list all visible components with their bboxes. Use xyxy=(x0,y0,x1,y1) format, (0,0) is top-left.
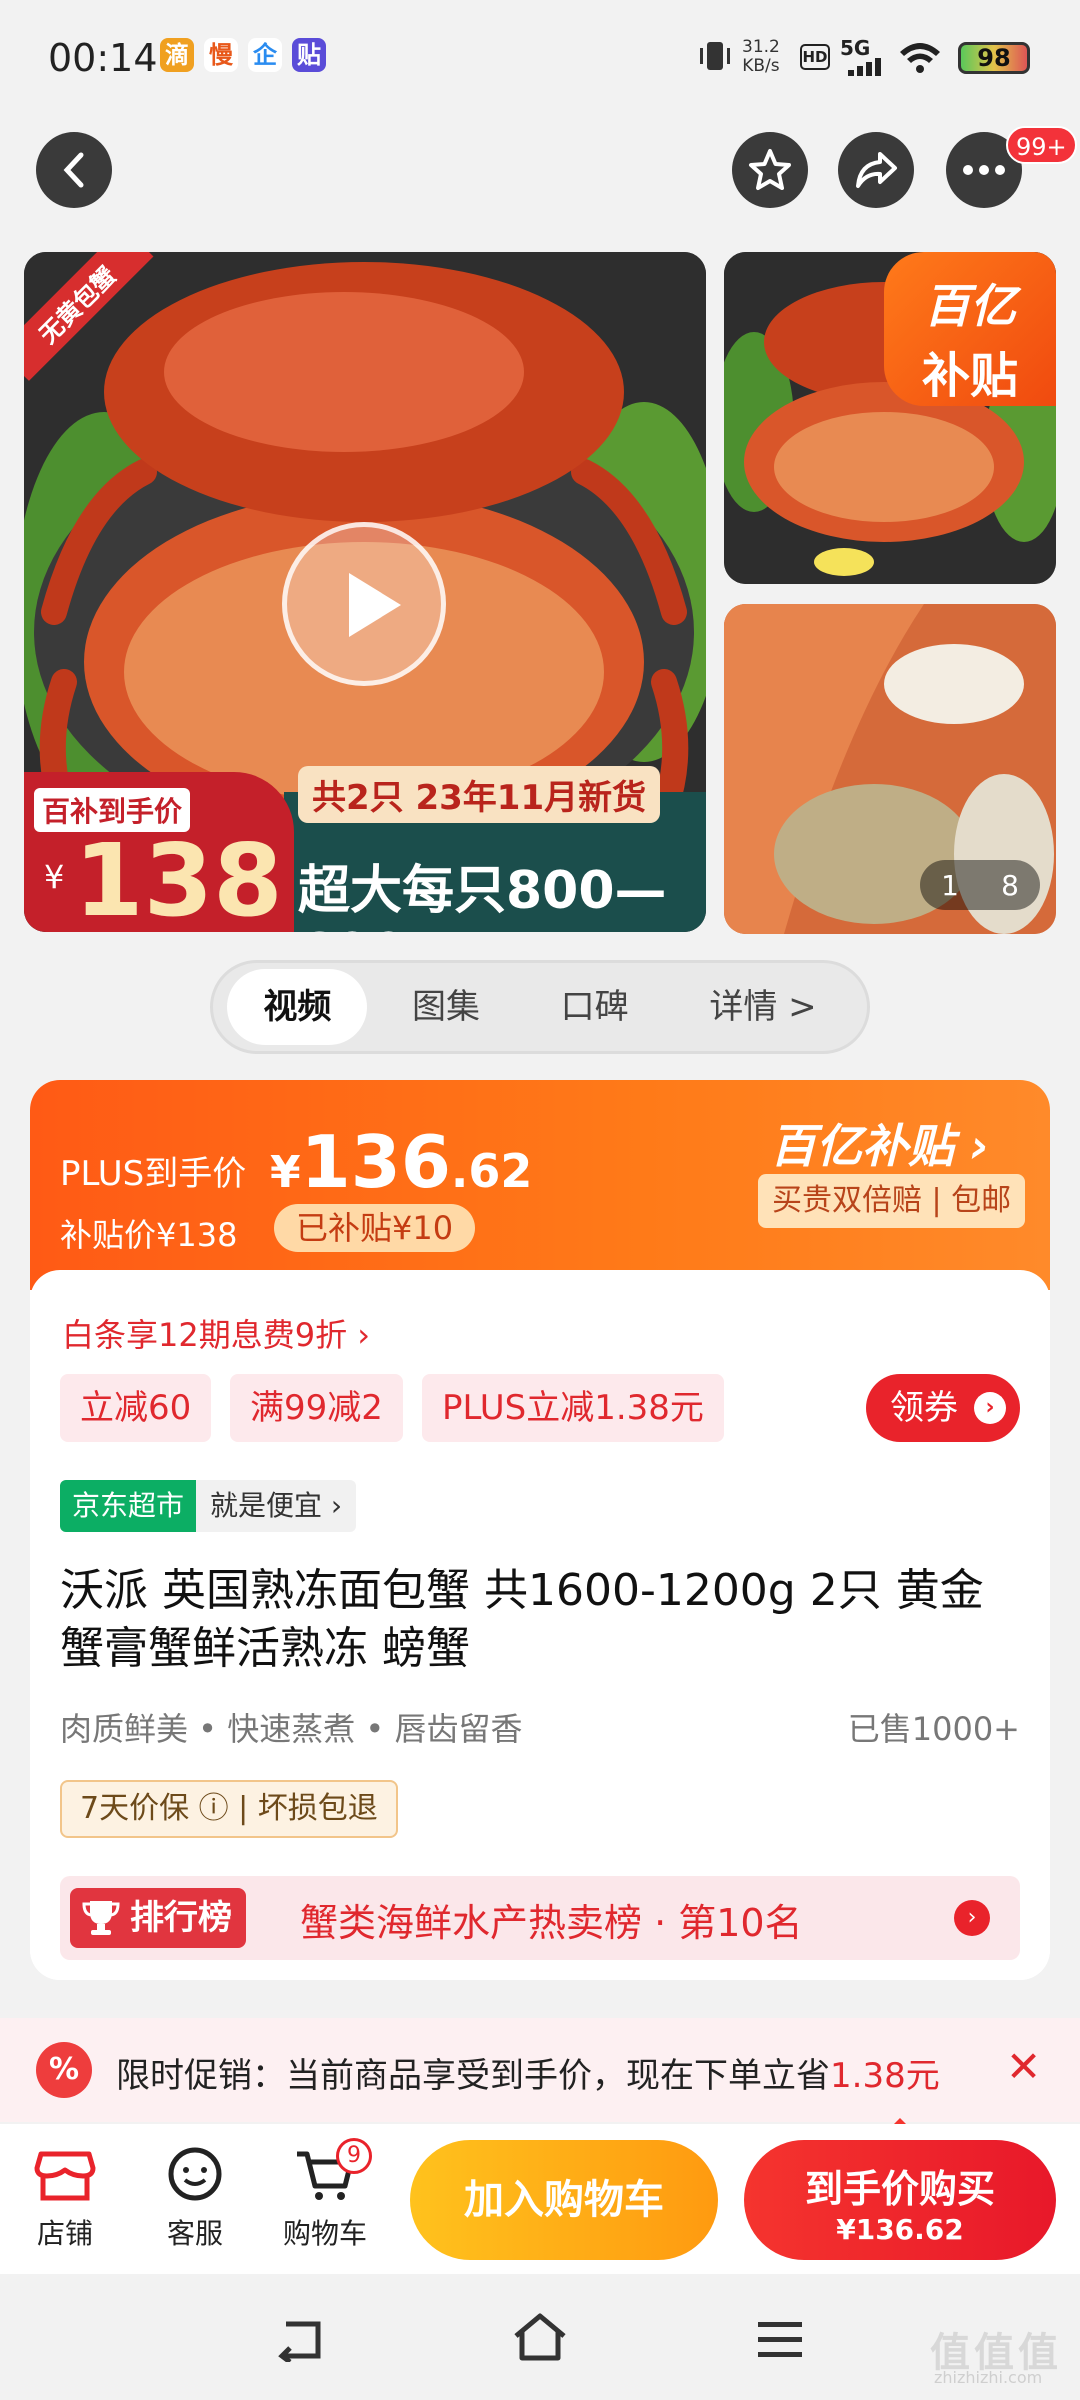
battery-icon: 98 xyxy=(958,42,1030,74)
store-slogan: 就是便宜 › xyxy=(196,1480,357,1532)
gallery-thumb-2[interactable]: 18 xyxy=(724,604,1056,934)
price-card: PLUS到手价 ¥136.62 补贴价¥138 已补贴¥10 百亿补贴 › 买贵… xyxy=(30,1080,1050,1980)
5g-icon: 5G xyxy=(840,36,871,60)
home-nav-icon[interactable] xyxy=(512,2312,568,2362)
product-info: 白条享12期息费9折 › 立减60 满99减2 PLUS立减1.38元 领券 › … xyxy=(30,1270,1050,1980)
status-bar: 00:14 滴 慢 企 贴 31.2 KB/s HD 5G 98 xyxy=(0,0,1080,110)
notification-app-icon: 慢 xyxy=(204,38,238,72)
back-nav-icon[interactable] xyxy=(272,2318,324,2362)
hd-icon: HD xyxy=(800,44,830,70)
get-coupon-button[interactable]: 领券 › xyxy=(866,1374,1020,1442)
close-promo-button[interactable]: ✕ xyxy=(1006,2042,1041,2091)
signal-icon xyxy=(848,58,888,76)
product-gallery[interactable]: 无黄包蟹 共2只 23年11月新货 超大每只800—600g 百补到手价 ¥ 1… xyxy=(0,238,1080,938)
favorite-button[interactable] xyxy=(732,132,808,208)
notification-app-icon: 滴 xyxy=(160,38,194,72)
trophy-icon xyxy=(82,1901,120,1935)
coupon-tag: PLUS立减1.38元 xyxy=(422,1374,724,1442)
product-banner: 共2只 23年11月新货 超大每只800—600g xyxy=(284,766,706,932)
chevron-right-icon: › xyxy=(974,1392,1006,1424)
message-badge: 99+ xyxy=(1006,126,1077,164)
subsidy-price: 补贴价¥138 xyxy=(60,1216,238,1254)
gallery-thumb-1[interactable]: 百亿 补贴 xyxy=(724,252,1056,584)
batch-tag: 共2只 23年11月新货 xyxy=(298,766,661,823)
coupon-tag: 满99减2 xyxy=(230,1374,403,1442)
chevron-left-icon xyxy=(63,152,84,188)
subsidy-badge: 百亿 补贴 xyxy=(884,252,1056,406)
coupon-tag: 立减60 xyxy=(60,1374,212,1442)
network-speed: 31.2 KB/s xyxy=(742,37,780,76)
chevron-right-icon: › xyxy=(954,1900,990,1936)
buy-now-button[interactable]: 到手价购买 ¥136.62 xyxy=(744,2140,1056,2260)
vibrate-icon xyxy=(700,42,730,70)
tab-video[interactable]: 视频 xyxy=(227,969,368,1045)
media-tabs[interactable]: 视频 图集 口碑 详情 > xyxy=(210,960,870,1054)
customer-service-button[interactable]: 客服 xyxy=(140,2144,250,2252)
share-button[interactable] xyxy=(838,132,914,208)
add-to-cart-button[interactable]: 加入购物车 xyxy=(410,2140,718,2260)
banner-price-box: 百补到手价 ¥ 138 xyxy=(24,772,294,932)
bottom-action-bar: 店铺 客服 购物车 9 加入购物车 到手价购买 ¥136.62 xyxy=(0,2124,1080,2274)
banner-price: 138 xyxy=(74,822,283,932)
billion-subsidy-link[interactable]: 百亿补贴 › xyxy=(770,1110,989,1176)
jd-supermarket-link[interactable]: 京东超市 就是便宜 › xyxy=(60,1480,357,1532)
promo-text: 限时促销：当前商品享受到手价，现在下单立省1.38元 xyxy=(116,2056,940,2096)
menu-nav-icon[interactable] xyxy=(756,2320,804,2360)
status-time: 00:14 xyxy=(48,36,158,80)
watermark-url: zhizhizhi.com xyxy=(934,2368,1043,2387)
product-title: 沃派 英国熟冻面包蟹 共1600-1200g 2只 黄金蟹膏蟹鲜活熟冻 螃蟹 xyxy=(60,1565,984,1674)
plus-price-label: PLUS到手价 xyxy=(60,1154,247,1194)
baitiao-installment-link[interactable]: 白条享12期息费9折 › xyxy=(62,1310,370,1356)
subsidy-amount-badge: 已补贴¥10 xyxy=(274,1204,476,1252)
notification-app-icon: 企 xyxy=(248,38,282,72)
ranking-badge: 排行榜 xyxy=(70,1888,246,1948)
product-video-thumbnail[interactable]: 无黄包蟹 共2只 23年11月新货 超大每只800—600g 百补到手价 ¥ 1… xyxy=(24,252,706,932)
price-header: PLUS到手价 ¥136.62 补贴价¥138 已补贴¥10 百亿补贴 › 买贵… xyxy=(30,1080,1050,1290)
gallery-pager: 18 xyxy=(920,860,1040,910)
discount-icon: % xyxy=(36,2042,92,2098)
banner-yen: ¥ xyxy=(44,858,65,896)
tab-gallery[interactable]: 图集 xyxy=(376,969,516,1045)
tab-reviews[interactable]: 口碑 xyxy=(525,969,665,1045)
size-text: 超大每只800—600g xyxy=(298,861,667,932)
cart-count-badge: 9 xyxy=(336,2138,372,2174)
sold-count: 已售1000+ xyxy=(847,1710,1020,1748)
system-nav-bar xyxy=(0,2274,1080,2400)
subsidy-guarantee: 买贵双倍赔 | 包邮 xyxy=(758,1174,1026,1228)
tab-details[interactable]: 详情 > xyxy=(673,969,852,1045)
ranking-text: 蟹类海鲜水产热卖榜 · 第10名 xyxy=(300,1901,803,1945)
wifi-icon xyxy=(900,43,940,73)
product-features: 肉质鲜美 • 快速蒸煮 • 唇齿留香 xyxy=(60,1710,523,1748)
limited-promo-strip: % 限时促销：当前商品享受到手价，现在下单立省1.38元 ✕ xyxy=(0,2018,1080,2122)
ranking-banner[interactable]: 排行榜 蟹类海鲜水产热卖榜 · 第10名 › xyxy=(60,1876,1020,1960)
chat-smile-icon xyxy=(168,2147,222,2201)
back-button[interactable] xyxy=(36,132,112,208)
store-button[interactable]: 店铺 xyxy=(10,2144,120,2252)
store-tag: 京东超市 xyxy=(60,1480,197,1532)
store-icon xyxy=(34,2151,96,2201)
notification-app-icon: 贴 xyxy=(292,38,326,72)
play-video-button[interactable] xyxy=(282,522,446,686)
share-icon xyxy=(856,152,897,188)
plus-price: ¥136.62 xyxy=(270,1120,533,1204)
star-icon xyxy=(749,149,791,190)
service-guarantee[interactable]: 7天价保 ⓘ | 坏损包退 xyxy=(60,1780,398,1838)
more-dots-icon xyxy=(963,165,1005,175)
